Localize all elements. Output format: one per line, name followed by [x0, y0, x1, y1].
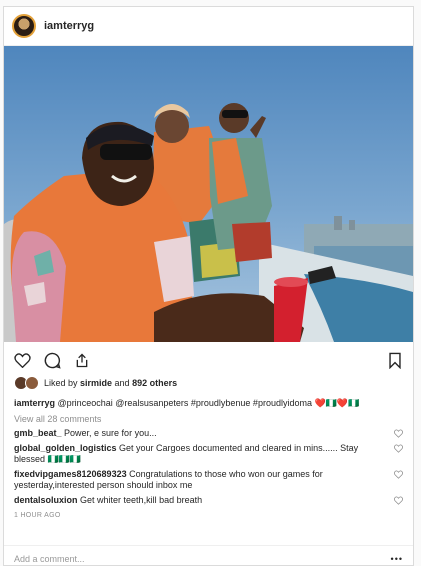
post-photo[interactable] — [4, 46, 413, 342]
liker-avatar — [25, 376, 39, 390]
add-comment-input[interactable]: Add a comment... — [14, 554, 85, 564]
comment-like-heart-icon[interactable] — [394, 429, 403, 438]
comment-text: Get whiter teeth,kill bad breath — [80, 495, 203, 505]
avatar[interactable] — [12, 14, 36, 38]
comment-icon[interactable] — [42, 350, 62, 370]
post-card: iamterryg Liked by sirmide and 892 other… — [3, 6, 414, 566]
likes-middle: and — [112, 378, 133, 388]
comment-item: dentalsoluxion Get whiter teeth,kill bad… — [4, 491, 413, 506]
comment-like-heart-icon[interactable] — [394, 470, 403, 479]
comment-item: fixedvipgames8120689323 Congratulations … — [4, 465, 413, 491]
caption-text: @princeochai @realsusanpeters #proudlybe… — [57, 398, 360, 408]
likes-row: Liked by sirmide and 892 others — [4, 372, 413, 390]
comment-like-heart-icon[interactable] — [394, 444, 403, 453]
likes-count[interactable]: 892 others — [132, 378, 177, 388]
comment-username[interactable]: gmb_beat_ — [14, 428, 62, 438]
likes-text[interactable]: Liked by sirmide and 892 others — [44, 378, 177, 388]
post-username[interactable]: iamterryg — [44, 20, 94, 32]
comment-username[interactable]: fixedvipgames8120689323 — [14, 469, 127, 479]
bookmark-icon[interactable] — [385, 350, 405, 370]
view-all-comments-link[interactable]: View all 28 comments — [4, 409, 413, 424]
add-comment-bar: Add a comment... ••• — [4, 545, 413, 565]
heart-icon[interactable] — [12, 350, 32, 370]
likes-user[interactable]: sirmide — [80, 378, 112, 388]
share-icon[interactable] — [72, 350, 92, 370]
comment-username[interactable]: global_golden_logistics — [14, 443, 117, 453]
comment-item: gmb_beat_ Power, e sure for you... — [4, 424, 413, 439]
comment-username[interactable]: dentalsoluxion — [14, 495, 78, 505]
comment-like-heart-icon[interactable] — [394, 496, 403, 505]
likes-prefix: Liked by — [44, 378, 81, 388]
caption-username[interactable]: iamterryg — [14, 398, 55, 408]
more-options-button[interactable]: ••• — [391, 554, 403, 564]
comment-item: global_golden_logistics Get your Cargoes… — [4, 439, 413, 465]
comment-text: Power, e sure for you... — [64, 428, 157, 438]
post-timestamp[interactable]: 1 HOUR AGO — [4, 506, 413, 519]
caption: iamterryg @princeochai @realsusanpeters … — [4, 390, 413, 409]
post-actions — [4, 342, 413, 372]
post-header: iamterryg — [4, 7, 413, 46]
